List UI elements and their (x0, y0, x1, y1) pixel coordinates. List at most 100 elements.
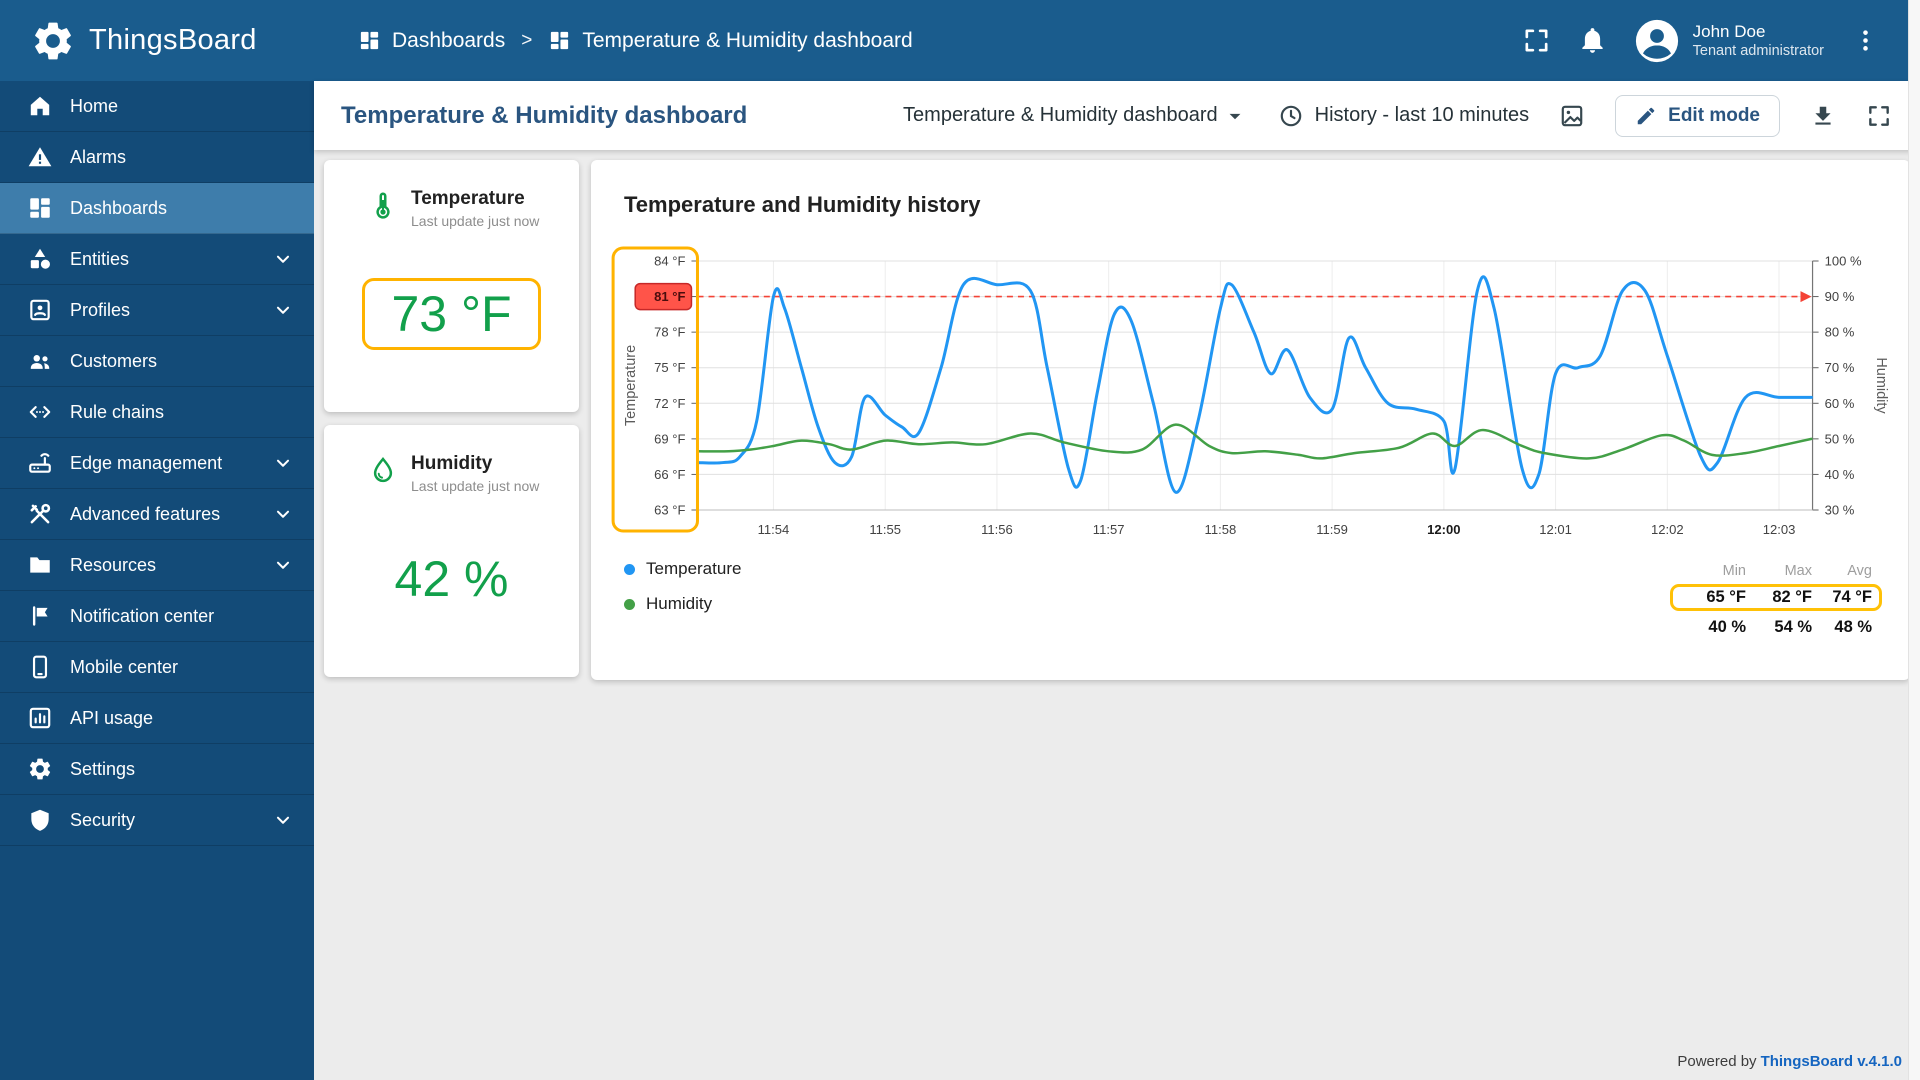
series-temperature (695, 275, 1813, 494)
svg-text:Humidity: Humidity (1873, 357, 1889, 414)
stats-table: Min Max Avg 65 °F 82 °F 74 °F 40 % 54 % … (1670, 559, 1882, 641)
temperature-card-titles: Temperature Last update just now (411, 188, 539, 229)
settings-icon (27, 756, 53, 782)
sidebar-item-notification-center[interactable]: Notification center (0, 591, 314, 642)
sidebar-item-alarms[interactable]: Alarms (0, 132, 314, 183)
alarms-icon (27, 144, 53, 170)
stats-header-max: Max (1784, 563, 1812, 579)
timewindow-button[interactable]: History - last 10 minutes (1278, 103, 1530, 129)
svg-text:50 %: 50 % (1825, 431, 1855, 446)
legend-item-humidity[interactable]: Humidity (624, 594, 741, 614)
chevron-down-icon (272, 503, 294, 525)
kpi-column: Temperature Last update just now 73 °F H… (324, 160, 579, 677)
water-drop-icon (368, 455, 398, 485)
dashboard-toolbar: Temperature & Humidity dashboard Tempera… (314, 81, 1920, 150)
sidebar-item-label: Rule chains (70, 401, 165, 422)
sidebar-item-profiles[interactable]: Profiles (0, 285, 314, 336)
history-chart: 11:54 11:55 11:56 11:57 11:58 11:59 12:00 12:01… (591, 244, 1910, 539)
svg-text:40 %: 40 % (1825, 467, 1855, 482)
svg-text:90 %: 90 % (1825, 289, 1855, 304)
thermometer-icon (368, 190, 398, 220)
sidebar-item-label: Profiles (70, 299, 131, 320)
header-fullscreen-button[interactable] (1522, 26, 1551, 55)
humidity-card-subtitle: Last update just now (411, 478, 540, 494)
legend-item-temperature[interactable]: Temperature (624, 559, 741, 579)
svg-text:11:56: 11:56 (981, 522, 1013, 537)
powered-by-label: Powered by (1677, 1053, 1757, 1070)
svg-text:11:55: 11:55 (869, 522, 901, 537)
humidity-card: Humidity Last update just now 42 % (324, 425, 579, 677)
arrow-drop-down-icon (1222, 103, 1248, 129)
sidebar-item-label: Security (70, 809, 136, 830)
scrollbar-track[interactable] (1908, 0, 1920, 1080)
breadcrumb-item-dashboards[interactable]: Dashboards (358, 29, 505, 53)
sidebar-item-mobile-center[interactable]: Mobile center (0, 642, 314, 693)
svg-text:70 %: 70 % (1825, 360, 1855, 375)
toolbar-fullscreen-button[interactable] (1866, 103, 1892, 129)
home-icon (27, 93, 53, 119)
svg-text:78 °F: 78 °F (654, 325, 685, 340)
temperature-card-header: Temperature Last update just now (324, 188, 579, 229)
svg-text:81 °F: 81 °F (654, 289, 685, 304)
chart-footer: Temperature Humidity Min Max Avg 65 °F 8… (591, 539, 1910, 641)
chart-title: Temperature and Humidity history (624, 192, 981, 217)
top-header: ThingsBoard Dashboards > Temperature & H… (0, 0, 1920, 81)
sidebar-item-label: Dashboards (70, 197, 168, 218)
user-info: John Doe Tenant administrator (1693, 21, 1824, 60)
kebab-menu-button[interactable] (1851, 26, 1880, 55)
dashboard-select[interactable]: Temperature & Humidity dashboard (903, 103, 1248, 129)
svg-text:11:58: 11:58 (1205, 522, 1237, 537)
sidebar-item-api-usage[interactable]: API usage (0, 693, 314, 744)
sidebar-item-customers[interactable]: Customers (0, 336, 314, 387)
user-name: John Doe (1692, 21, 1766, 41)
user-menu[interactable]: John Doe Tenant administrator (1634, 18, 1824, 64)
version-link[interactable]: ThingsBoard v.4.1.0 (1761, 1053, 1902, 1070)
sidebar-item-dashboards[interactable]: Dashboards (0, 183, 314, 234)
dashboard-grid-icon (548, 29, 571, 52)
sidebar-item-label: Entities (70, 248, 130, 269)
kebab-menu-icon (1851, 26, 1880, 55)
breadcrumb-separator: > (521, 29, 533, 51)
bell-icon (1578, 26, 1607, 55)
edit-mode-label: Edit mode (1668, 104, 1760, 126)
screenshot-button[interactable] (1559, 103, 1585, 129)
breadcrumb-item-current-dashboard[interactable]: Temperature & Humidity dashboard (548, 29, 913, 53)
download-icon (1810, 103, 1836, 129)
edit-mode-button[interactable]: Edit mode (1615, 94, 1780, 137)
profiles-icon (27, 297, 53, 323)
sidebar-item-label: API usage (70, 707, 154, 728)
chart-legend: Temperature Humidity (624, 559, 741, 614)
sidebar-item-label: Settings (70, 758, 136, 779)
sidebar-item-label: Home (70, 95, 119, 116)
sidebar-item-security[interactable]: Security (0, 795, 314, 846)
dashboards-grid-icon (358, 29, 381, 52)
temperature-card: Temperature Last update just now 73 °F (324, 160, 579, 412)
sidebar-item-advanced-features[interactable]: Advanced features (0, 489, 314, 540)
sidebar-item-edge-management[interactable]: Edge management (0, 438, 314, 489)
sidebar-item-entities[interactable]: Entities (0, 234, 314, 285)
timewindow-label: History - last 10 minutes (1314, 104, 1530, 126)
chevron-down-icon (272, 248, 294, 270)
resources-icon (27, 552, 53, 578)
svg-text:69 °F: 69 °F (654, 431, 685, 446)
avatar (1634, 18, 1680, 64)
sidebar-item-home[interactable]: Home (0, 81, 314, 132)
page-title: Temperature & Humidity dashboard (341, 101, 748, 129)
chevron-down-icon (272, 809, 294, 831)
svg-text:12:03: 12:03 (1763, 522, 1796, 537)
download-button[interactable] (1810, 103, 1836, 129)
edge-icon (27, 450, 53, 476)
temperature-stats-row: 65 °F 82 °F 74 °F (1670, 584, 1882, 611)
sidebar-item-settings[interactable]: Settings (0, 744, 314, 795)
pencil-icon (1635, 105, 1657, 127)
api-usage-icon (27, 705, 53, 731)
svg-text:72 °F: 72 °F (654, 396, 685, 411)
notifications-button[interactable] (1578, 26, 1607, 55)
temperature-max: 82 °F (1772, 588, 1812, 606)
thingsboard-logo[interactable]: ThingsBoard (0, 18, 314, 64)
sidebar-item-label: Mobile center (70, 656, 179, 677)
sidebar-item-rule-chains[interactable]: Rule chains (0, 387, 314, 438)
breadcrumb: Dashboards > Temperature & Humidity dash… (358, 29, 913, 53)
customers-icon (27, 348, 53, 374)
sidebar-item-resources[interactable]: Resources (0, 540, 314, 591)
